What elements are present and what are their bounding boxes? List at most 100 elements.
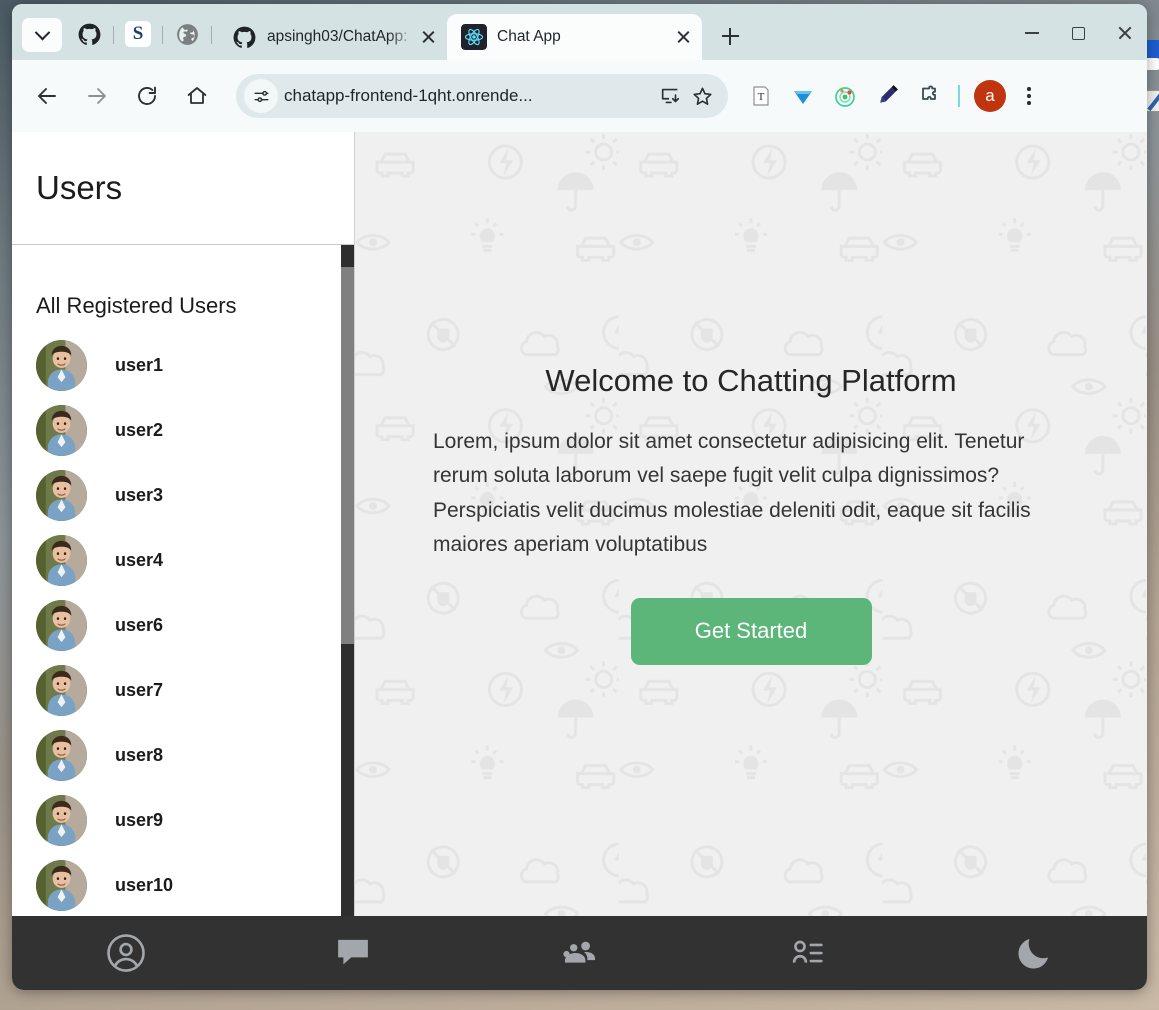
pinned-tab-github[interactable] [70,12,108,56]
maximize-button[interactable] [1055,16,1101,50]
avatar [36,405,87,456]
sidebar-body: All Registered Users user1 user2 user3 u… [12,245,354,916]
nav-item-dark-mode-toggle[interactable] [920,916,1147,990]
tab-close-button[interactable] [670,24,696,50]
back-button[interactable] [26,75,68,117]
diamond-extension-button[interactable] [782,75,824,117]
avatar [36,600,87,651]
registered-users-label: All Registered Users [36,293,237,318]
install-app-button[interactable] [654,80,686,112]
github-icon [78,23,100,45]
avatar [36,470,87,521]
user-list-item[interactable]: user3 [12,463,354,528]
user-name: user10 [115,875,174,895]
chevron-down-icon [34,24,50,40]
forward-arrow-icon [88,88,106,104]
tab-strip: S apsingh03/ChatApp: Chat App [12,4,1147,60]
user-name: user7 [115,680,164,700]
avatar [36,340,87,391]
url-text: chatapp-frontend-1qht.onrende... [284,86,533,105]
tab-chat-app[interactable]: Chat App [447,14,702,60]
close-icon [1117,26,1131,40]
home-button[interactable] [176,75,218,117]
nav-item-chats[interactable] [239,916,466,990]
close-window-button[interactable] [1101,16,1147,50]
extensions-menu-button[interactable] [908,75,950,117]
plus-icon [721,27,739,45]
profile-initial: a [985,86,995,105]
get-started-button[interactable]: Get Started [630,597,872,665]
user-name: user3 [115,485,164,505]
tracker-extension-button[interactable] [824,75,866,117]
bookmark-button[interactable] [686,80,718,112]
tab-github-chatapp[interactable]: apsingh03/ChatApp: [217,14,447,60]
three-dot-menu-icon [1027,101,1031,105]
user-list-item[interactable]: user2 [12,398,354,463]
three-dot-menu-icon [1027,94,1031,98]
avatar [36,860,87,911]
user-name: user4 [115,550,164,570]
svg-text:T: T [758,91,765,103]
text-document-icon: T [753,86,769,106]
tab-divider [211,26,212,44]
react-icon [461,24,487,50]
user-list-item[interactable]: user4 [12,528,354,593]
site-info-button[interactable] [244,79,278,113]
reload-button[interactable] [126,75,168,117]
avatar-image [36,665,87,716]
minimize-icon [1025,32,1039,34]
avatar-image [36,795,87,846]
star-icon [692,87,712,105]
profile-circle-icon [106,934,145,972]
users-sidebar: Users All Registered Users user1 user2 u… [12,132,355,916]
sidebar-scrollbar-track[interactable] [341,245,354,916]
user-list-item[interactable]: user9 [12,788,354,853]
tab-favicon [461,24,487,50]
window-controls [1009,4,1147,60]
avatar-image [36,405,87,456]
chat-bubble-icon [337,939,368,965]
moon-icon [1017,939,1048,969]
pinned-tab-s-site[interactable]: S [119,12,157,56]
tab-label: Chat App [497,28,561,45]
extension-toolbar: T a [740,75,1046,117]
browser-window: S apsingh03/ChatApp: Chat App chatapp-fr… [12,4,1147,990]
user-list-item[interactable]: user1 [12,333,354,398]
pen-extension-button[interactable] [866,75,908,117]
sidebar-scrollbar-thumb[interactable] [341,267,354,644]
user-list-item[interactable]: user7 [12,658,354,723]
tab-divider [162,26,163,44]
avatar [36,795,87,846]
page-viewport: Users All Registered Users user1 user2 u… [12,132,1147,916]
minimize-button[interactable] [1009,16,1055,50]
user-list-item[interactable]: user8 [12,723,354,788]
nav-item-groups[interactable] [466,916,693,990]
welcome-paragraph: Lorem, ipsum dolor sit amet consectetur … [433,430,1031,556]
globe-icon [176,23,198,45]
user-name: user9 [115,810,164,830]
avatar-image [36,600,87,651]
user-list-item[interactable]: user6 [12,593,354,658]
address-bar[interactable]: chatapp-frontend-1qht.onrende... [236,74,728,118]
avatar-image [36,470,87,521]
puzzle-icon [922,85,936,100]
reload-icon [138,86,156,105]
forward-button[interactable] [76,75,118,117]
user-name: user6 [115,615,164,635]
text-tool-button[interactable]: T [740,75,782,117]
pinned-tab-globe-site[interactable] [168,12,206,56]
new-tab-button[interactable] [710,16,750,56]
welcome-block: Welcome to Chatting Platform Lorem, ipsu… [411,363,1091,665]
browser-menu-button[interactable] [1012,75,1046,117]
letter-s-icon: S [125,21,151,47]
back-arrow-icon [38,88,56,104]
tab-search-button[interactable] [22,18,62,52]
github-icon [233,26,255,48]
user-list-item[interactable]: user10 [12,853,354,916]
nav-item-contacts[interactable] [693,916,920,990]
avatar-image [36,535,87,586]
tab-close-button[interactable] [415,24,441,50]
pen-icon [880,85,898,103]
profile-avatar-button[interactable]: a [974,80,1006,112]
nav-item-profile[interactable] [12,916,239,990]
